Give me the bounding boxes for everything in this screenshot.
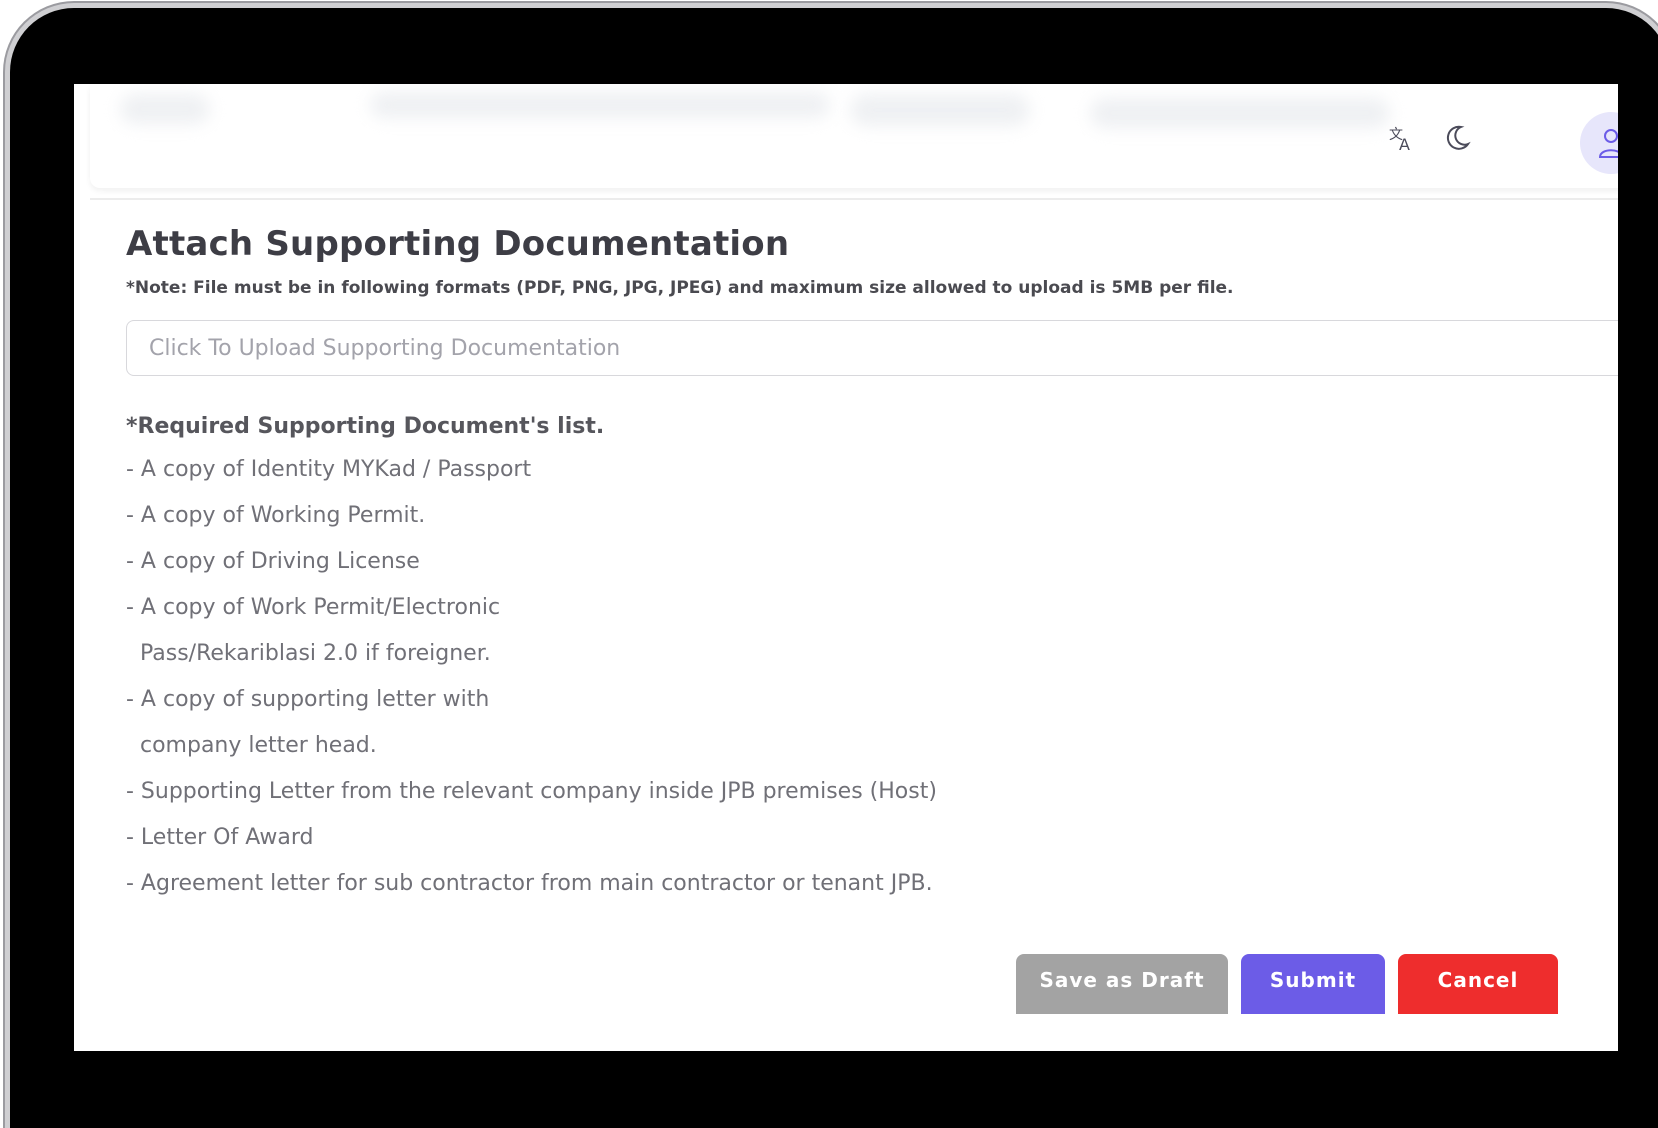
list-item: - A copy of Working Permit.	[126, 503, 426, 528]
app-screen: 文 A Attach Supporting Documentation *Not…	[74, 84, 1618, 1051]
cancel-button[interactable]: Cancel	[1398, 954, 1558, 1014]
required-docs-list: - A copy of Identity MYKad / Passport - …	[126, 457, 1618, 917]
moon-icon[interactable]	[1435, 116, 1479, 160]
save-draft-button[interactable]: Save as Draft	[1016, 954, 1228, 1014]
list-item: - Letter Of Award	[126, 825, 314, 850]
blurred-nav	[850, 94, 1030, 126]
documentation-section: Attach Supporting Documentation *Note: F…	[126, 224, 1618, 917]
list-item: - Agreement letter for sub contractor fr…	[126, 871, 933, 896]
upload-input[interactable]: Click To Upload Supporting Documentation	[126, 320, 1618, 376]
translate-icon[interactable]: 文 A	[1380, 116, 1424, 160]
page-title: Attach Supporting Documentation	[126, 224, 790, 264]
list-item: - A copy of Work Permit/Electronic	[126, 595, 501, 620]
list-item: Pass/Rekariblasi 2.0 if foreigner.	[126, 641, 491, 666]
file-format-note: *Note: File must be in following formats…	[126, 278, 1234, 298]
form-actions: Save as Draft Submit Cancel	[74, 954, 1618, 1051]
required-docs-title: *Required Supporting Document's list.	[126, 414, 605, 439]
list-item: - A copy of supporting letter with	[126, 687, 490, 712]
svg-text:A: A	[1399, 135, 1410, 153]
submit-button[interactable]: Submit	[1241, 954, 1385, 1014]
list-item: - A copy of Identity MYKad / Passport	[126, 457, 532, 482]
blurred-nav	[370, 92, 830, 118]
user-icon	[1598, 129, 1618, 158]
header-divider	[90, 198, 1618, 200]
blurred-nav	[1090, 98, 1390, 128]
list-item: - A copy of Driving License	[126, 549, 420, 574]
user-avatar[interactable]	[1580, 112, 1618, 174]
blurred-logo	[120, 94, 210, 124]
device-frame: 文 A Attach Supporting Documentation *Not…	[10, 8, 1658, 1128]
list-item: company letter head.	[126, 733, 377, 758]
top-navbar: 文 A	[90, 84, 1618, 188]
list-item: - Supporting Letter from the relevant co…	[126, 779, 937, 804]
